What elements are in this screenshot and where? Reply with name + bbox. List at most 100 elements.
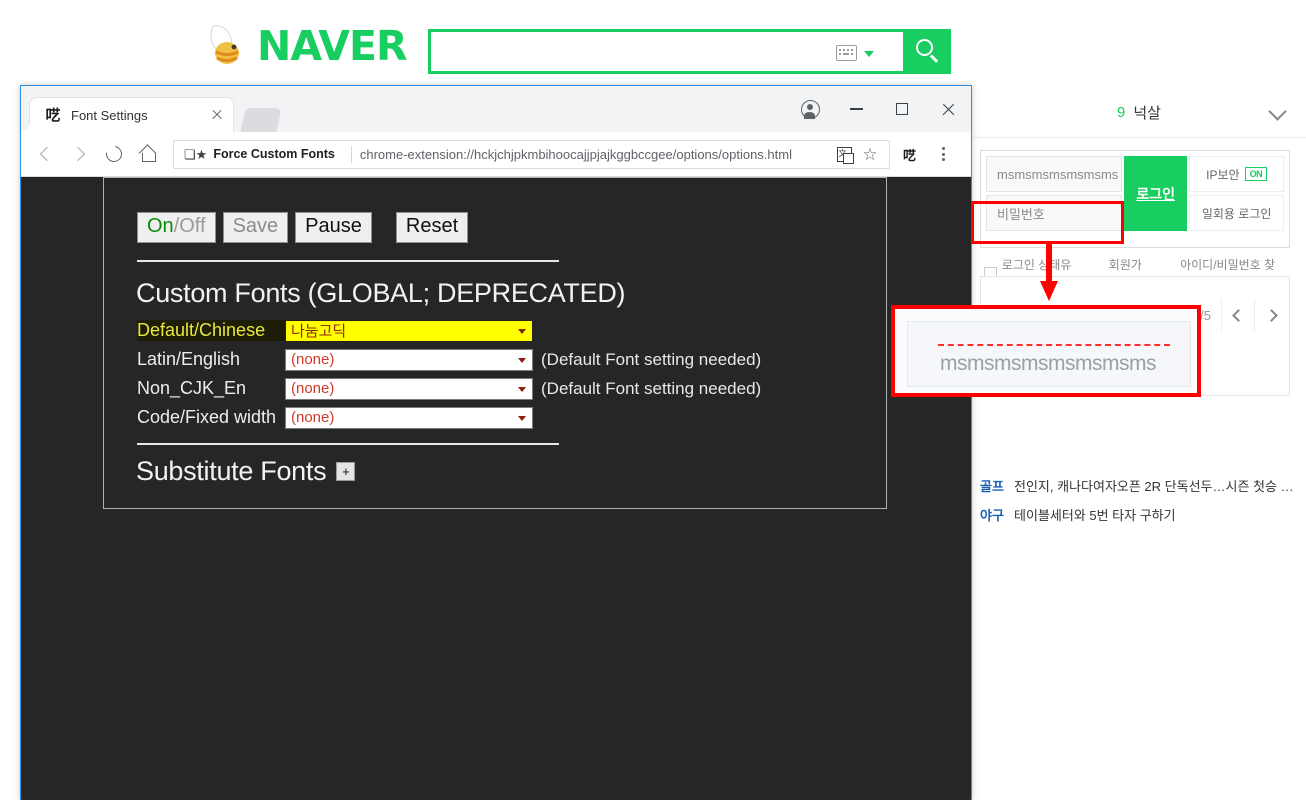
back-button[interactable]	[30, 139, 61, 170]
home-icon	[140, 147, 156, 162]
add-substitute-font-button[interactable]: +	[336, 462, 356, 481]
star-icon: ☆	[862, 144, 878, 164]
forward-arrow-icon	[70, 146, 86, 162]
ip-security-label: IP보안	[1206, 167, 1240, 182]
font-select-value: 나눔고딕	[291, 323, 347, 340]
tab-favicon-icon: 呓	[45, 106, 61, 124]
trending-keyword-bar[interactable]: 9 넉살	[972, 88, 1306, 138]
minimize-button[interactable]	[833, 86, 879, 132]
pagination: /5	[1190, 299, 1287, 331]
magnifier-icon	[916, 39, 933, 56]
arrow-shaft	[1046, 243, 1052, 285]
keyboard-icon[interactable]	[836, 45, 857, 61]
browser-menu-button[interactable]	[928, 139, 959, 170]
naver-right-column: 9 넉살 msmsmsmsmsmsms 비밀번호 로그인 IP보안 ON 일회용…	[971, 88, 1306, 800]
window-controls	[787, 86, 971, 132]
naver-search-button[interactable]	[903, 29, 951, 74]
back-arrow-icon	[39, 146, 55, 162]
home-button[interactable]	[132, 139, 163, 170]
substitute-fonts-heading: Substitute Fonts	[136, 456, 327, 486]
one-time-login-button[interactable]: 일회용 로그인	[1189, 195, 1284, 231]
font-row-note: (Default Font setting needed)	[541, 378, 762, 398]
custom-fonts-rows: Default/Chinese 나눔고딕 Latin/English (none…	[137, 316, 761, 432]
login-id-input[interactable]: msmsmsmsmsmsms	[986, 156, 1122, 192]
font-row-default-chinese: Default/Chinese 나눔고딕	[137, 316, 761, 345]
login-inputs: msmsmsmsmsmsms 비밀번호	[981, 151, 1124, 247]
reset-button[interactable]: Reset	[395, 212, 469, 243]
chevron-left-icon	[1231, 308, 1245, 322]
close-icon[interactable]	[207, 105, 227, 125]
extension-toolbar-button[interactable]: 呓	[894, 139, 925, 170]
profile-icon	[800, 99, 820, 119]
chevron-down-icon[interactable]	[864, 51, 874, 57]
naver-search-input[interactable]	[428, 29, 906, 74]
arrow-head	[1040, 281, 1058, 301]
next-page-button[interactable]	[1254, 299, 1287, 331]
extension-options-page: On/Off Save Pause Reset Custom Fonts (GL…	[21, 177, 971, 800]
close-window-button[interactable]	[925, 86, 971, 132]
login-options: IP보안 ON 일회용 로그인	[1189, 156, 1284, 247]
font-select-value: (none)	[291, 380, 335, 397]
address-bar[interactable]: ❏★ Force Custom Fonts chrome-extension:/…	[173, 139, 890, 169]
news-title[interactable]: 테이블세터와 5번 타자 구하기	[1014, 505, 1176, 524]
extension-origin-chip[interactable]: ❏★ Force Custom Fonts	[180, 147, 343, 161]
reload-button[interactable]	[98, 139, 129, 170]
translate-button[interactable]: 文	[831, 141, 857, 167]
font-select-non-cjk-en[interactable]: (none)	[285, 377, 533, 400]
browser-titlebar: 呓 Font Settings	[21, 86, 971, 132]
bookmark-button[interactable]: ☆	[857, 141, 883, 167]
new-tab-button[interactable]	[240, 108, 282, 132]
font-select-default-chinese[interactable]: 나눔고딕	[285, 319, 533, 342]
font-row-code-fixed-width: Code/Fixed width (none)	[137, 403, 761, 432]
onoff-button[interactable]: On/Off	[137, 212, 216, 243]
chrome-window: 呓 Font Settings ❏★ Force Custom Fonts ch…	[20, 85, 972, 800]
naver-header: NAVER	[0, 0, 1306, 88]
callout-inner-box: msmsmsmsmsmsmsms	[907, 321, 1191, 387]
chevron-right-icon	[1264, 308, 1278, 322]
url-text[interactable]: chrome-extension://hckjchjpkmbihoocajjpj…	[360, 147, 831, 162]
chevron-down-icon	[518, 386, 526, 392]
pause-button[interactable]: Pause	[295, 212, 372, 243]
chevron-down-icon[interactable]	[1268, 102, 1287, 121]
font-row-label: Latin/English	[137, 349, 241, 369]
forward-button[interactable]	[64, 139, 95, 170]
action-buttons: On/Off Save Pause Reset	[137, 212, 475, 243]
save-button[interactable]: Save	[222, 212, 289, 243]
login-password-input[interactable]: 비밀번호	[986, 195, 1122, 231]
font-row-non-cjk-en: Non_CJK_En (none) (Default Font setting …	[137, 374, 761, 403]
font-select-value: (none)	[291, 409, 335, 426]
font-row-latin-english: Latin/English (none) (Default Font setti…	[137, 345, 761, 374]
font-select-latin-english[interactable]: (none)	[285, 348, 533, 371]
annotation-callout: msmsmsmsmsmsmsms	[891, 305, 1201, 397]
profile-button[interactable]	[787, 86, 833, 132]
news-category: 야구	[980, 508, 1004, 523]
font-row-label: Non_CJK_En	[137, 378, 247, 398]
ip-security-state-badge: ON	[1244, 167, 1268, 181]
prev-page-button[interactable]	[1221, 299, 1254, 331]
naver-wordmark: NAVER	[257, 22, 408, 70]
naver-logo[interactable]: NAVER	[207, 22, 408, 70]
news-title[interactable]: 전인지, 캐나다여자오픈 2R 단독선두…시즌 첫승 …	[1014, 476, 1294, 495]
annotation-arrow	[1040, 243, 1058, 301]
font-select-value: (none)	[291, 351, 335, 368]
maximize-button[interactable]	[879, 86, 925, 132]
minimize-icon	[849, 108, 863, 110]
tab-title: Font Settings	[71, 107, 148, 123]
chevron-down-icon	[518, 328, 526, 334]
login-button[interactable]: 로그인	[1124, 156, 1188, 231]
puzzle-piece-icon: ❏★	[184, 146, 208, 162]
font-row-label: Default/Chinese	[137, 320, 285, 341]
options-panel: On/Off Save Pause Reset Custom Fonts (GL…	[103, 177, 887, 509]
font-row-note: (Default Font setting needed)	[541, 349, 762, 369]
chevron-down-icon	[518, 357, 526, 363]
list-item[interactable]: 야구 테이블세터와 5번 타자 구하기	[980, 505, 1300, 524]
browser-tab[interactable]: 呓 Font Settings	[21, 97, 234, 132]
trend-keyword: 넉살	[1133, 105, 1161, 122]
font-select-code-fixed-width[interactable]: (none)	[285, 406, 533, 429]
extension-icon: 呓	[902, 148, 916, 164]
translate-icon: 文	[836, 146, 854, 164]
list-item[interactable]: 골프 전인지, 캐나다여자오픈 2R 단독선두…시즌 첫승 …	[980, 476, 1300, 495]
close-icon	[941, 102, 956, 117]
ip-security-row[interactable]: IP보안 ON	[1189, 156, 1284, 192]
callout-text: msmsmsmsmsmsmsms	[940, 352, 1156, 375]
